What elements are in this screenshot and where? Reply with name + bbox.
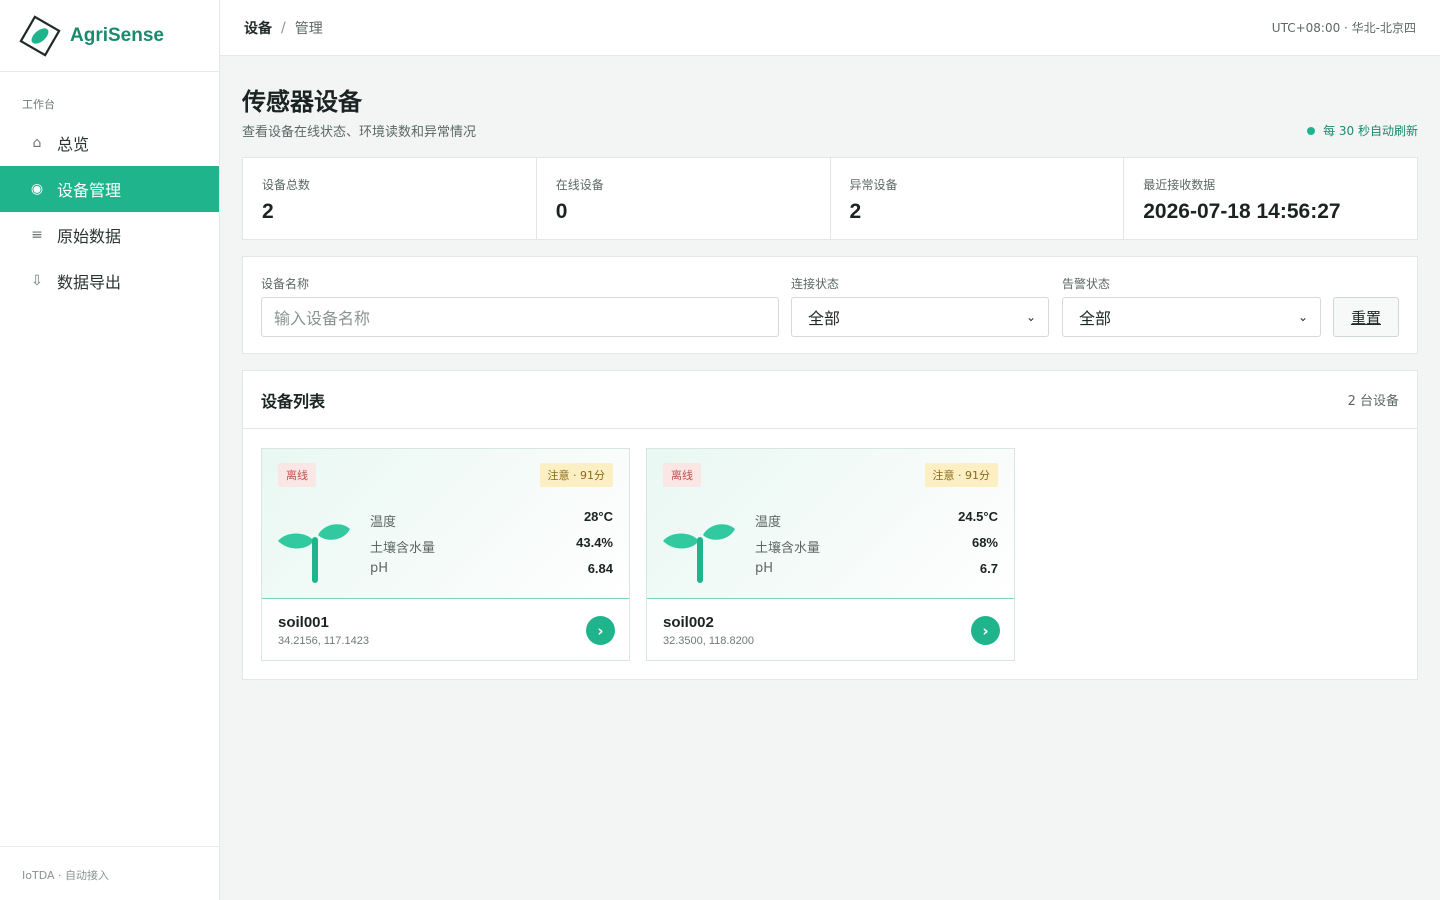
metric-label-temperature: 温度 bbox=[755, 515, 782, 530]
device-name-placeholder: 输入设备名称 bbox=[274, 309, 371, 328]
page-title: 传感器设备 bbox=[242, 88, 362, 116]
stat-label: 异常设备 bbox=[849, 178, 898, 192]
metric-value-soil-moisture: 68% bbox=[971, 535, 998, 550]
alert-score-badge: 注意 · 91分 bbox=[924, 463, 998, 487]
metric-label-soil-moisture: 土壤含水量 bbox=[370, 541, 436, 556]
device-name-input[interactable]: 输入设备名称 bbox=[261, 297, 779, 337]
alert-score-badge: 注意 · 91分 bbox=[539, 463, 613, 487]
chevron-down-icon: ⌄ bbox=[1297, 310, 1308, 324]
stat-label: 最近接收数据 bbox=[1143, 178, 1216, 192]
alarm-status-select[interactable]: 全部 ⌄ bbox=[1062, 297, 1321, 337]
offline-badge: 离线 bbox=[663, 463, 701, 487]
stat-value: 2026-07-18 14:56:27 bbox=[1143, 200, 1341, 223]
stat-value: 2 bbox=[849, 200, 862, 223]
device-icon: ◉ bbox=[30, 181, 44, 197]
metric-label-soil-moisture: 土壤含水量 bbox=[755, 541, 821, 556]
metric-value-temperature: 24.5°C bbox=[958, 509, 998, 524]
connection-status-label: 连接状态 bbox=[791, 277, 840, 291]
auto-refresh-label: 每 30 秒自动刷新 bbox=[1323, 124, 1418, 138]
device-count: 2 台设备 bbox=[1347, 394, 1399, 409]
sidebar-footer: IoTDA · 自动接入 bbox=[0, 846, 219, 900]
sidebar-item-devices[interactable]: ◉ 设备管理 bbox=[0, 166, 219, 212]
device-name-label: 设备名称 bbox=[261, 277, 310, 291]
device-name: soil002 bbox=[663, 614, 714, 631]
reset-button[interactable]: 重置 bbox=[1333, 297, 1399, 337]
sidebar: AgriSense 工作台 ⌂ 总览 ◉ 设备管理 ≡ 原始数据 ⇩ 数据导出 … bbox=[0, 0, 220, 900]
sidebar-item-label: 总览 bbox=[57, 135, 90, 154]
device-card-summary: 离线 注意 · 91分 温度 28°C 土壤含水量 43.4% pH 6.84 bbox=[262, 449, 629, 599]
device-name: soil001 bbox=[278, 614, 329, 631]
nav-section-label: 工作台 bbox=[22, 98, 55, 111]
leaf-diamond-icon bbox=[19, 14, 61, 57]
offline-badge: 离线 bbox=[278, 463, 316, 487]
chevron-right-icon[interactable]: › bbox=[586, 616, 615, 645]
page-subtitle: 查看设备在线状态、环境读数和异常情况 bbox=[242, 125, 477, 140]
plant-sprout-icon bbox=[663, 524, 735, 583]
stat-abnormal-devices: 异常设备 2 bbox=[831, 158, 1125, 239]
device-list-header: 设备列表 2 台设备 bbox=[243, 371, 1417, 429]
device-coordinates: 32.3500, 118.8200 bbox=[663, 635, 754, 647]
connection-status-value: 全部 bbox=[808, 309, 841, 328]
timezone-label: UTC+08:00 · 华北-北京四 bbox=[1271, 21, 1416, 35]
stat-online-devices: 在线设备 0 bbox=[537, 158, 831, 239]
device-list-panel: 设备列表 2 台设备 离线 注意 · 91分 温度 28°C 土壤含水量 43.… bbox=[242, 370, 1418, 680]
status-dot-icon bbox=[1307, 126, 1316, 135]
list-icon: ≡ bbox=[31, 227, 43, 243]
filter-panel: 设备名称 输入设备名称 连接状态 全部 ⌄ 告警状态 全部 ⌄ 重置 bbox=[242, 256, 1418, 354]
topbar: 设备 / 管理 UTC+08:00 · 华北-北京四 bbox=[220, 0, 1440, 56]
home-icon: ⌂ bbox=[32, 135, 42, 151]
chevron-right-icon[interactable]: › bbox=[971, 616, 1000, 645]
plant-sprout-icon bbox=[278, 524, 350, 583]
sidebar-item-label: 设备管理 bbox=[57, 181, 122, 200]
metric-value-soil-moisture: 43.4% bbox=[576, 535, 613, 550]
sidebar-item-label: 原始数据 bbox=[57, 227, 122, 246]
alarm-status-value: 全部 bbox=[1079, 309, 1112, 328]
download-icon: ⇩ bbox=[31, 273, 43, 289]
breadcrumb-manage: 管理 bbox=[294, 20, 323, 37]
metric-label-ph: pH bbox=[755, 561, 774, 576]
stats-bar: 设备总数 2 在线设备 0 异常设备 2 最近接收数据 2026-07-18 1… bbox=[242, 157, 1418, 240]
device-card-soil001[interactable]: 离线 注意 · 91分 温度 28°C 土壤含水量 43.4% pH 6.84 … bbox=[261, 448, 630, 661]
device-card-summary: 离线 注意 · 91分 温度 24.5°C 土壤含水量 68% pH 6.7 bbox=[647, 449, 1014, 599]
device-coordinates: 34.2156, 117.1423 bbox=[278, 635, 369, 647]
breadcrumb-devices[interactable]: 设备 bbox=[244, 18, 272, 38]
auto-refresh-indicator: 每 30 秒自动刷新 bbox=[1307, 122, 1418, 139]
stat-label: 设备总数 bbox=[262, 178, 311, 192]
brand[interactable]: AgriSense bbox=[0, 0, 219, 72]
stat-value: 2 bbox=[262, 200, 274, 223]
metric-value-temperature: 28°C bbox=[583, 509, 613, 524]
stat-value: 0 bbox=[555, 200, 568, 223]
device-list-title: 设备列表 bbox=[261, 391, 326, 411]
alarm-status-label: 告警状态 bbox=[1062, 277, 1111, 291]
stat-last-received: 最近接收数据 2026-07-18 14:56:27 bbox=[1124, 158, 1417, 239]
connection-status-select[interactable]: 全部 ⌄ bbox=[791, 297, 1049, 337]
device-card-soil002[interactable]: 离线 注意 · 91分 温度 24.5°C 土壤含水量 68% pH 6.7 s… bbox=[646, 448, 1015, 661]
metric-label-ph: pH bbox=[370, 561, 389, 576]
metric-value-ph: 6.7 bbox=[979, 561, 998, 576]
chevron-down-icon: ⌄ bbox=[1025, 310, 1036, 324]
stat-label: 在线设备 bbox=[555, 178, 604, 192]
sidebar-item-raw-data[interactable]: ≡ 原始数据 bbox=[0, 212, 219, 258]
sidebar-item-export[interactable]: ⇩ 数据导出 bbox=[0, 258, 219, 304]
brand-name: AgriSense bbox=[70, 24, 164, 46]
sidebar-item-label: 数据导出 bbox=[57, 273, 122, 292]
sidebar-item-overview[interactable]: ⌂ 总览 bbox=[0, 120, 219, 166]
metric-value-ph: 6.84 bbox=[587, 561, 613, 576]
stat-total-devices: 设备总数 2 bbox=[243, 158, 537, 239]
breadcrumb-separator: / bbox=[281, 19, 286, 36]
metric-label-temperature: 温度 bbox=[370, 515, 397, 530]
